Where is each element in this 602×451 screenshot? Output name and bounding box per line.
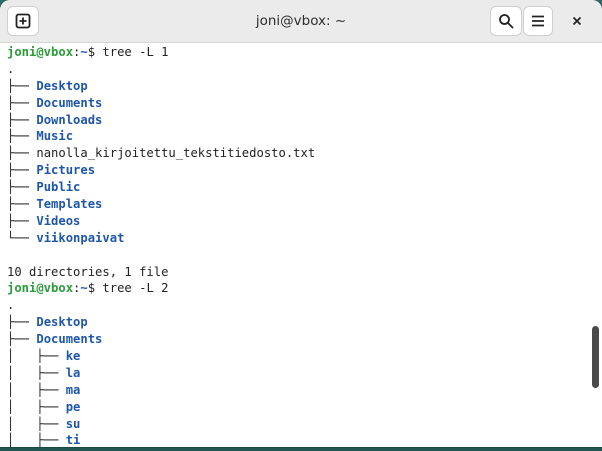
tree-summary: 10 directories, 1 file (7, 264, 169, 279)
tree-entry: ├── Documents (7, 95, 586, 112)
tree-entry: ├── Pictures (7, 162, 586, 179)
tree-entry: ├── Downloads (7, 112, 586, 129)
prompt-user: joni@vbox (7, 281, 74, 296)
tree-branch: │ ├── (7, 399, 66, 414)
tree-entry: ├── Videos (7, 213, 586, 230)
directory-name: ti (65, 433, 81, 447)
tree-branch: │ ├── (7, 382, 66, 397)
directory-name: Desktop (36, 315, 88, 330)
prompt-path: ~ (80, 281, 88, 296)
close-button[interactable] (563, 6, 591, 36)
tree-branch: ├── (7, 95, 37, 110)
prompt-path: ~ (80, 45, 88, 59)
new-tab-icon (15, 13, 31, 29)
tree-listing-2: ├── Desktop ├── Documents │ ├── ke │ ├── la… (7, 314, 586, 447)
tree-root: . (7, 298, 15, 313)
terminal-window: joni@vbox: ~ joni@vbox:~$ tree -L 1 . ├─… (0, 0, 602, 447)
tree-branch: │ ├── (7, 416, 66, 431)
search-button[interactable] (490, 6, 522, 36)
tree-entry: └── viikonpaivat (7, 230, 586, 247)
terminal-output[interactable]: joni@vbox:~$ tree -L 1 . ├── Desktop ├── … (0, 43, 586, 447)
directory-name: ma (65, 382, 81, 397)
hamburger-menu-icon (532, 15, 544, 27)
directory-name: la (65, 365, 81, 380)
directory-name: ke (65, 349, 81, 364)
prompt-symbol: $ (87, 45, 103, 59)
directory-name: Music (36, 129, 74, 144)
tree-branch: ├── (7, 332, 37, 347)
tree-entry: │ ├── pe (7, 399, 586, 416)
prompt-symbol: $ (87, 281, 103, 296)
prompt-command: tree -L 2 (102, 281, 169, 296)
tree-entry: │ ├── ke (7, 348, 586, 365)
tree-entry: │ ├── su (7, 416, 586, 433)
tree-branch: │ ├── (7, 365, 66, 380)
tree-branch: │ ├── (7, 349, 66, 364)
tree-branch: └── (7, 230, 37, 245)
tree-entry: ├── Music (7, 128, 586, 145)
menu-button[interactable] (523, 6, 553, 36)
scrollbar-thumb[interactable] (592, 326, 599, 388)
tree-branch: ├── (7, 112, 37, 127)
scrollbar[interactable] (586, 43, 602, 447)
tree-listing-1: ├── Desktop ├── Documents ├── Downloads ├──… (7, 78, 586, 247)
directory-name: su (65, 416, 81, 431)
directory-name: Videos (36, 213, 81, 228)
directory-name: pe (65, 399, 81, 414)
tree-branch: ├── (7, 315, 37, 330)
directory-name: Documents (36, 332, 103, 347)
tree-root: . (7, 61, 15, 76)
tree-entry: │ ├── la (7, 365, 586, 382)
new-tab-button[interactable] (7, 6, 39, 36)
prompt-line: joni@vbox:~$ tree -L 2 (7, 280, 586, 297)
tree-branch: │ ├── (7, 433, 66, 447)
directory-name: Templates (36, 197, 103, 212)
prompt-command: tree -L 1 (102, 45, 169, 59)
prompt-user: joni@vbox (7, 45, 74, 59)
directory-name: viikonpaivat (36, 230, 125, 245)
tree-branch: ├── (7, 129, 37, 144)
tree-entry: │ ├── ti (7, 432, 586, 447)
directory-name: Downloads (36, 112, 103, 127)
directory-name: Pictures (36, 163, 96, 178)
tree-entry: ├── Templates (7, 196, 586, 213)
tree-entry: │ ├── ma (7, 382, 586, 399)
file-name: nanolla_kirjoitettu_tekstitiedosto.txt (36, 146, 316, 161)
tree-branch: ├── (7, 146, 37, 161)
tree-entry: ├── Documents (7, 331, 586, 348)
tree-entry: ├── Desktop (7, 314, 586, 331)
title-bar: joni@vbox: ~ (0, 0, 602, 43)
tree-branch: ├── (7, 163, 37, 178)
search-icon (499, 14, 514, 29)
tree-branch: ├── (7, 197, 37, 212)
tree-branch: ├── (7, 78, 37, 93)
tree-branch: ├── (7, 180, 37, 195)
close-icon (572, 16, 582, 26)
tree-entry: ├── Desktop (7, 78, 586, 95)
directory-name: Public (36, 180, 81, 195)
directory-name: Documents (36, 95, 103, 110)
tree-entry: ├── nanolla_kirjoitettu_tekstitiedosto.t… (7, 145, 586, 162)
prompt-line: joni@vbox:~$ tree -L 1 (7, 44, 586, 61)
tree-entry: ├── Public (7, 179, 586, 196)
tree-branch: ├── (7, 213, 37, 228)
directory-name: Desktop (36, 78, 88, 93)
